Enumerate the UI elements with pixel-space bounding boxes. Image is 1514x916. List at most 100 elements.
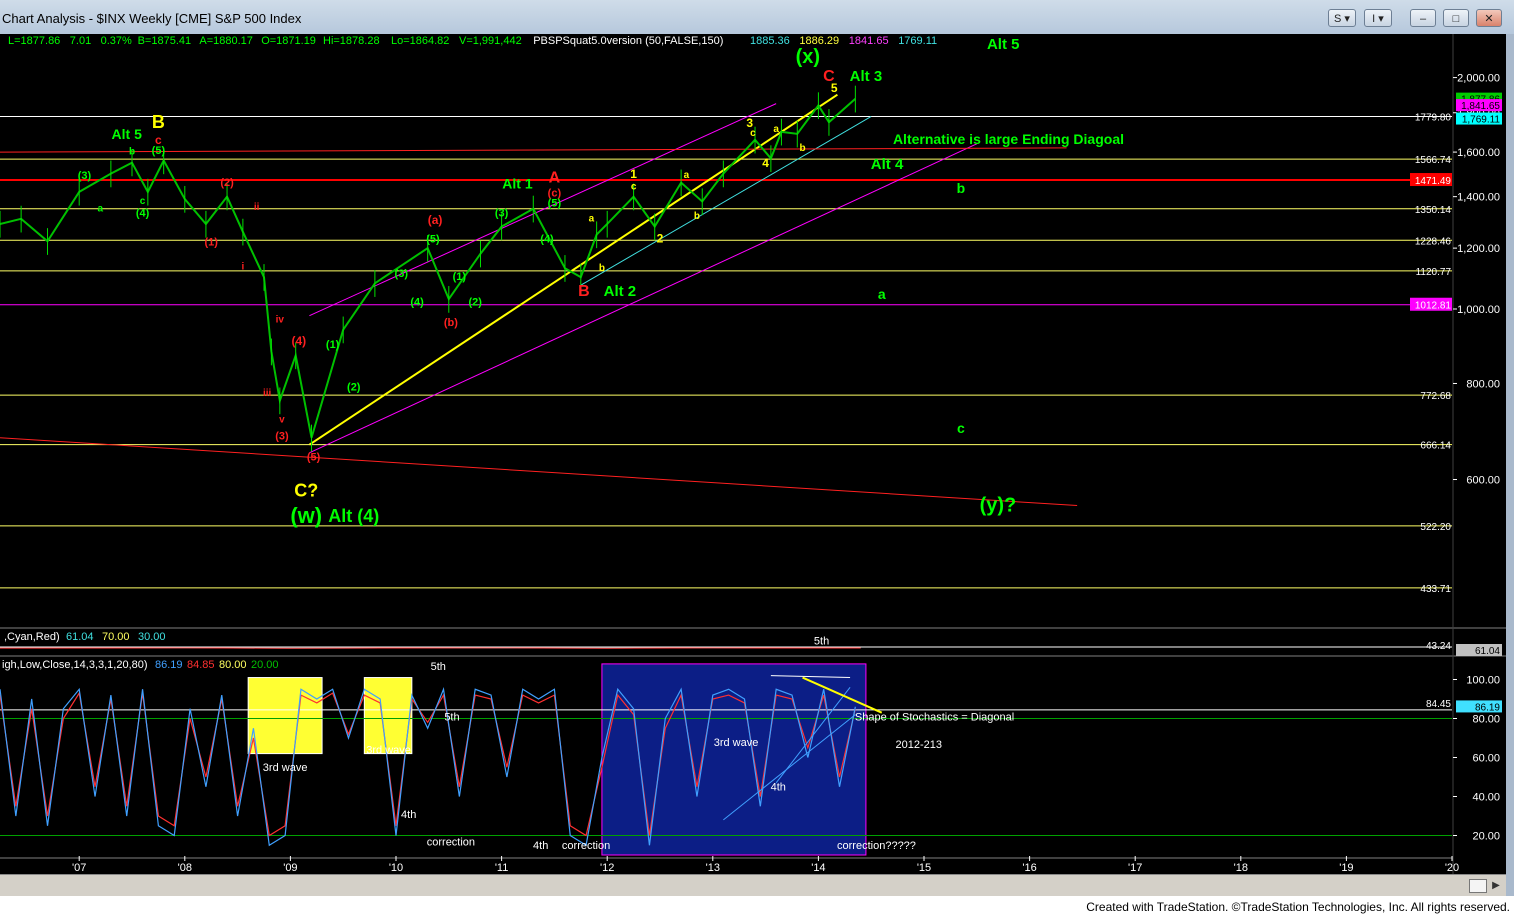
wave-label: 5 xyxy=(831,81,838,95)
level-label: 772.68 xyxy=(1420,391,1451,402)
wave-label: (5) xyxy=(548,197,562,209)
wave-label: iii xyxy=(263,388,272,399)
wave-label: (3) xyxy=(275,431,289,443)
stoch-annotation: 3rd wave xyxy=(263,762,308,774)
level-label: 1566.74 xyxy=(1415,155,1452,166)
wave-label: 2 xyxy=(657,232,664,246)
wave-label: b xyxy=(800,143,806,154)
rsi-level-label: 43.24 xyxy=(1426,641,1451,652)
stoch-tick-label: 80.00 xyxy=(1472,714,1500,726)
stoch-annotation: 4th xyxy=(533,840,548,852)
wave-label: (4) xyxy=(292,334,307,348)
s-menu-button[interactable]: S ▾ xyxy=(1328,9,1356,27)
status-value: 1885.36 xyxy=(750,35,790,47)
wave-label: (3) xyxy=(395,268,409,280)
wave-label: c xyxy=(140,196,146,207)
wave-label: (1) xyxy=(453,271,467,283)
wave-label: c xyxy=(750,128,756,139)
wave-label: b xyxy=(599,263,605,274)
trendline-red-downtrend xyxy=(0,437,1078,507)
wave-label: (4) xyxy=(540,234,554,246)
wave-label: a xyxy=(773,124,779,135)
rsi-value: 30.00 xyxy=(138,631,166,643)
wave-label: iv xyxy=(276,315,285,326)
i-menu-button[interactable]: I ▾ xyxy=(1364,9,1392,27)
wave-label: Alt 1 xyxy=(502,175,533,191)
stoch-value: 84.85 xyxy=(187,659,215,671)
status-value: Lo=1864.82 xyxy=(391,35,449,47)
level-label: 1779.80 xyxy=(1415,113,1452,124)
chart-panel[interactable]: 1779.80 1566.74 1471.49 1350.14 1228.46 1120.… xyxy=(0,34,1506,874)
stoch-yellow-box xyxy=(247,677,323,755)
wave-label: 4 xyxy=(762,156,769,170)
rsi-last-value: 61.04 xyxy=(1475,646,1500,657)
wave-label: Alt 4 xyxy=(871,156,904,173)
x-tick-label: '11 xyxy=(495,862,509,874)
status-value: 1886.29 xyxy=(799,35,839,47)
chart-svg[interactable]: 1779.80 1566.74 1471.49 1350.14 1228.46 1120.… xyxy=(0,34,1506,874)
last-value-label: 1,769.11 xyxy=(1462,115,1501,126)
wave-label: (2) xyxy=(468,297,482,309)
minimize-button[interactable]: – xyxy=(1410,9,1436,27)
x-tick-label: '20 xyxy=(1445,862,1459,874)
price-tick-label: 2,000.00 xyxy=(1457,73,1500,85)
scroll-right-arrow-icon[interactable]: ▶ xyxy=(1489,879,1503,893)
stoch-value: 86.19 xyxy=(155,659,183,671)
wave-label: i xyxy=(241,262,244,273)
wave-label: B xyxy=(578,283,590,300)
stoch-label: igh,Low,Close,14,3,3,1,20,80) xyxy=(2,659,148,671)
stoch-annotation: correction xyxy=(427,836,475,848)
x-tick-label: '18 xyxy=(1234,862,1248,874)
wave-label: 1 xyxy=(630,167,637,181)
stoch-tick-label: 20.00 xyxy=(1472,831,1500,843)
status-value: 1769.11 xyxy=(898,35,937,47)
wave-label: (y)? xyxy=(980,495,1017,517)
stoch-level-label: 84.45 xyxy=(1426,699,1451,710)
stoch-annotation: 3rd wave xyxy=(366,745,411,757)
wave-label: Alt (4) xyxy=(328,506,379,526)
x-tick-label: '09 xyxy=(283,862,297,874)
trendline-upper-magenta xyxy=(309,103,777,317)
wave-label: A xyxy=(549,170,561,187)
footer-credit: Created with TradeStation. ©TradeStation… xyxy=(1086,900,1510,914)
stoch-tick-label: 40.00 xyxy=(1472,792,1500,804)
wave-label: (3) xyxy=(78,170,92,182)
status-value: A=1880.17 xyxy=(199,35,253,47)
maximize-button[interactable]: □ xyxy=(1443,9,1469,27)
x-tick-label: '19 xyxy=(1339,862,1353,874)
wave-label: (5) xyxy=(426,234,440,246)
wave-label: (4) xyxy=(410,297,424,309)
price-tick-label: 1,200.00 xyxy=(1457,243,1500,255)
horizontal-scrollbar[interactable]: ▶ xyxy=(0,874,1506,897)
level-label: 1471.49 xyxy=(1415,176,1452,187)
wave-label: v xyxy=(279,414,285,425)
wave-label: b xyxy=(129,147,135,158)
close-button[interactable]: ✕ xyxy=(1476,9,1502,27)
x-tick-label: '15 xyxy=(917,862,931,874)
status-value: L=1877.86 xyxy=(8,35,60,47)
x-tick-label: '07 xyxy=(72,862,86,874)
wave-label: (w) xyxy=(290,503,322,528)
wave-label: (5) xyxy=(307,452,321,464)
wave-label: (3) xyxy=(495,207,509,219)
wave-label: b xyxy=(957,180,966,196)
wave-label: C? xyxy=(294,481,318,501)
stoch-yellow-box xyxy=(363,677,413,755)
x-tick-label: '10 xyxy=(389,862,403,874)
status-value: V=1,991,442 xyxy=(459,35,522,47)
wave-label: c xyxy=(957,420,965,436)
stoch-annotation: correction????? xyxy=(837,840,916,852)
status-value: Hi=1878.28 xyxy=(323,35,380,47)
window-right-border xyxy=(1506,34,1514,896)
stoch-tick-label: 100.00 xyxy=(1466,675,1500,687)
x-tick-label: '14 xyxy=(811,862,825,874)
scroll-thumb[interactable] xyxy=(1469,879,1487,893)
x-tick-label: '17 xyxy=(1128,862,1142,874)
stoch-value: 20.00 xyxy=(251,659,279,671)
stoch-last-value: 86.19 xyxy=(1475,702,1500,713)
last-value-label: 1,841.65 xyxy=(1461,101,1500,112)
x-tick-label: '12 xyxy=(600,862,614,874)
level-label: 433.71 xyxy=(1420,584,1451,595)
x-tick-label: '08 xyxy=(178,862,192,874)
wave-label: a xyxy=(589,213,595,224)
